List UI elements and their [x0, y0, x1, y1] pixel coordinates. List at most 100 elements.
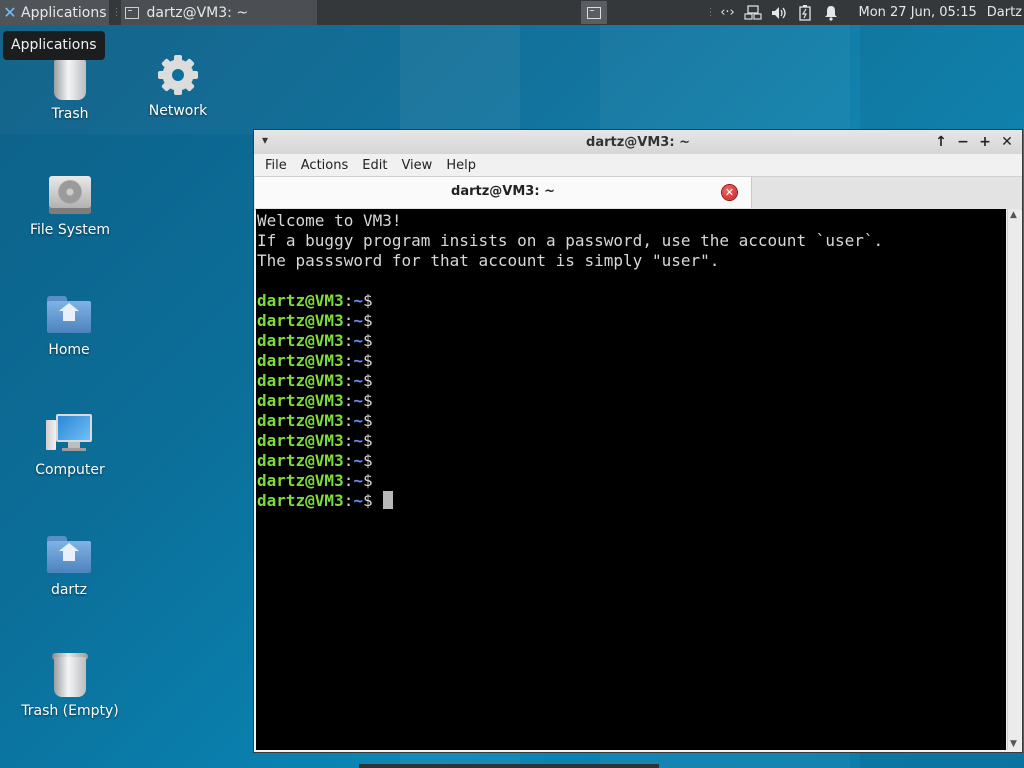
prompt-user: dartz@VM3 — [257, 311, 344, 330]
minimize-button[interactable]: − — [952, 132, 974, 152]
prompt-user: dartz@VM3 — [257, 411, 344, 430]
terminal-line: Welcome to VM3! — [257, 211, 402, 230]
desktop-icon-label: Trash (Empty) — [21, 703, 119, 719]
home-folder-icon — [45, 290, 93, 338]
desktop-icon-label: Trash — [51, 106, 89, 122]
window-menu-icon[interactable]: ▾ — [262, 133, 268, 147]
terminal-prompt-line: dartz@VM3:~$ — [257, 331, 1006, 351]
close-button[interactable]: ✕ — [996, 132, 1018, 152]
scroll-up-arrow-icon[interactable]: ▲ — [1010, 210, 1017, 220]
prompt-separator: : — [343, 491, 354, 510]
hard-drive-icon — [46, 170, 94, 218]
prompt-path: ~ — [353, 431, 363, 450]
menu-bar: File Actions Edit View Help — [254, 154, 1022, 176]
desktop-icon-label: File System — [29, 222, 111, 238]
desktop-icon-file-system[interactable]: File System — [15, 170, 125, 238]
prompt-separator: : — [343, 411, 354, 430]
terminal-window: ▾ dartz@VM3: ~ ↑ − + ✕ File Actions Edit… — [253, 129, 1023, 753]
network-arrows-icon[interactable]: ‹·› — [717, 3, 737, 23]
notification-bell-icon[interactable] — [821, 3, 841, 23]
window-title: dartz@VM3: ~ — [586, 134, 690, 150]
desktop-icon-home[interactable]: Home — [14, 290, 124, 358]
menu-file[interactable]: File — [258, 158, 294, 173]
terminal-prompt-line: dartz@VM3:~$ — [257, 351, 1006, 371]
prompt-symbol: $ — [362, 451, 373, 470]
terminal-prompt-line: dartz@VM3:~$ — [257, 311, 1006, 331]
terminal-prompt-line: dartz@VM3:~$ — [257, 471, 1006, 491]
terminal-icon — [124, 6, 139, 19]
scroll-down-arrow-icon[interactable]: ▼ — [1010, 739, 1017, 749]
terminal-tab[interactable]: dartz@VM3: ~ ✕ — [255, 177, 752, 208]
tab-close-icon[interactable]: ✕ — [722, 185, 737, 200]
taskbar-terminal-button[interactable]: dartz@VM3: ~ — [120, 0, 317, 25]
prompt-path: ~ — [353, 391, 363, 410]
desktop-icon-dartz[interactable]: dartz — [14, 530, 124, 598]
prompt-symbol: $ — [362, 431, 373, 450]
battery-icon[interactable] — [795, 3, 815, 23]
clock[interactable]: Mon 27 Jun, 05:15 — [858, 5, 976, 20]
prompt-symbol: $ — [362, 331, 373, 350]
network-connection-icon[interactable] — [743, 3, 763, 23]
maximize-button[interactable]: + — [974, 132, 996, 152]
volume-icon[interactable] — [769, 3, 789, 23]
prompt-path: ~ — [353, 471, 363, 490]
prompt-separator: : — [343, 311, 354, 330]
prompt-user: dartz@VM3 — [257, 391, 344, 410]
terminal-prompt-line: dartz@VM3:~$ — [257, 451, 1006, 471]
show-desktop-button[interactable] — [581, 1, 607, 24]
terminal-prompt-line: dartz@VM3:~$ — [257, 411, 1006, 431]
terminal-scrollbar[interactable]: ▲ ▼ — [1007, 209, 1021, 750]
prompt-separator: : — [343, 471, 354, 490]
desktop-icon-network[interactable]: Network — [123, 51, 233, 119]
menu-help[interactable]: Help — [439, 158, 483, 173]
prompt-user: dartz@VM3 — [257, 331, 344, 350]
desktop-icon-trash-empty[interactable]: Trash (Empty) — [15, 651, 125, 719]
prompt-separator: : — [343, 451, 354, 470]
desktop-icon-label: dartz — [50, 582, 88, 598]
prompt-separator: : — [343, 351, 354, 370]
bottom-panel-edge — [359, 764, 659, 768]
prompt-path: ~ — [353, 351, 363, 370]
computer-icon — [46, 410, 94, 458]
prompt-symbol: $ — [362, 311, 373, 330]
prompt-user: dartz@VM3 — [257, 491, 344, 510]
prompt-symbol: $ — [362, 411, 373, 430]
menu-actions[interactable]: Actions — [294, 158, 356, 173]
prompt-symbol: $ — [362, 371, 373, 390]
system-tray: ⋮ ‹·› Mon 27 Jun, 05:15 Dartz — [702, 0, 1024, 25]
applications-menu-button[interactable]: ✕ Applications — [0, 0, 109, 25]
user-menu[interactable]: Dartz — [987, 5, 1022, 20]
terminal-cursor — [382, 491, 393, 509]
prompt-symbol: $ — [362, 391, 373, 410]
prompt-user: dartz@VM3 — [257, 291, 344, 310]
prompt-separator: : — [343, 371, 354, 390]
window-titlebar[interactable]: ▾ dartz@VM3: ~ ↑ − + ✕ — [254, 130, 1022, 154]
prompt-symbol: $ — [362, 291, 373, 310]
terminal-prompt-line: dartz@VM3:~$ — [257, 371, 1006, 391]
prompt-path: ~ — [353, 491, 363, 510]
prompt-path: ~ — [353, 331, 363, 350]
prompt-user: dartz@VM3 — [257, 431, 344, 450]
desktop-icon-computer[interactable]: Computer — [15, 410, 125, 478]
prompt-symbol: $ — [362, 471, 373, 490]
xfce-logo-icon: ✕ — [3, 2, 17, 22]
desktop-icon-label: Network — [148, 103, 208, 119]
terminal-tab-label: dartz@VM3: ~ — [451, 184, 555, 199]
terminal-prompt-line: dartz@VM3:~$ — [257, 391, 1006, 411]
prompt-user: dartz@VM3 — [257, 451, 344, 470]
menu-view[interactable]: View — [394, 158, 439, 173]
menu-edit[interactable]: Edit — [355, 158, 394, 173]
prompt-path: ~ — [353, 311, 363, 330]
prompt-user: dartz@VM3 — [257, 351, 344, 370]
home-folder-icon — [45, 530, 93, 578]
keep-above-button[interactable]: ↑ — [930, 132, 952, 152]
prompt-path: ~ — [353, 411, 363, 430]
terminal-output[interactable]: Welcome to VM3! If a buggy program insis… — [256, 209, 1006, 750]
desktop-icon-label: Home — [48, 342, 90, 358]
terminal-line: The passsword for that account is simply… — [257, 251, 720, 270]
desktop-icon-trash[interactable]: Trash — [15, 54, 125, 122]
prompt-separator: : — [343, 431, 354, 450]
trash-icon — [46, 54, 94, 102]
prompt-separator: : — [343, 291, 354, 310]
